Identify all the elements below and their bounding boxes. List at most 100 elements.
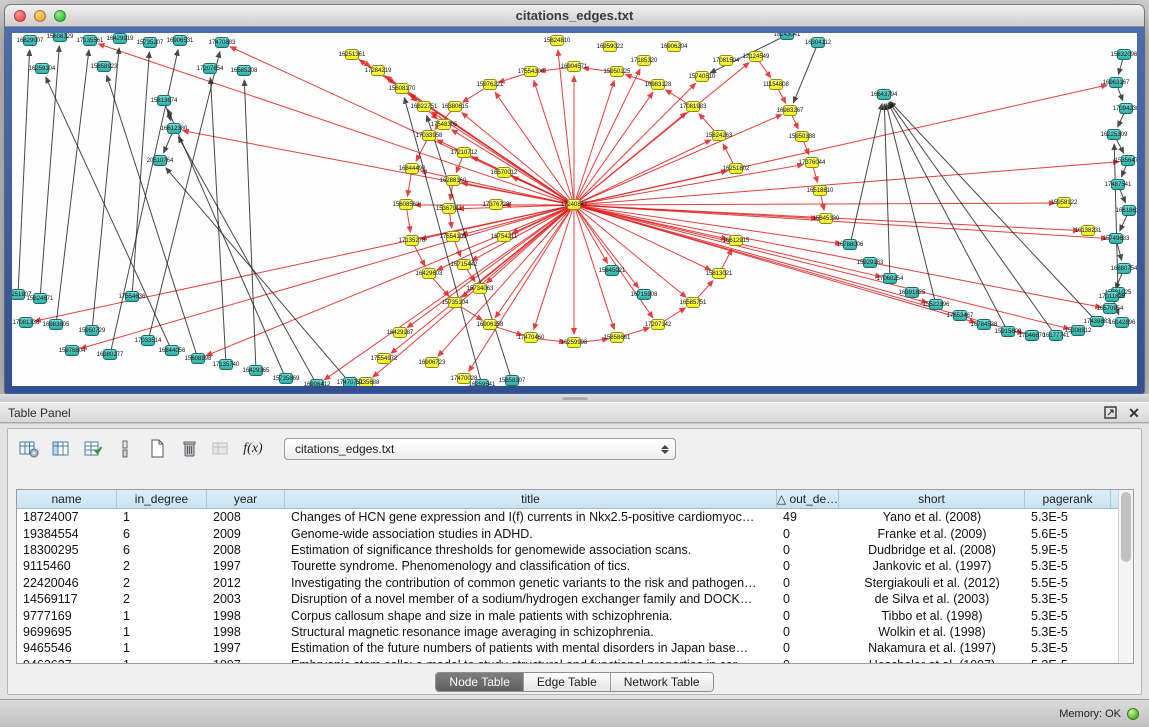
graph-edge[interactable] xyxy=(92,48,119,331)
graph-edge[interactable] xyxy=(574,81,614,205)
graph-node[interactable]: 16380277 xyxy=(103,349,117,360)
zoom-window-icon[interactable] xyxy=(54,10,66,22)
graph-node[interactable]: 16983128 xyxy=(651,79,665,90)
graph-node[interactable]: 17210712 xyxy=(457,147,471,158)
graph-node[interactable]: 16259104 xyxy=(35,63,49,74)
graph-node[interactable]: 16959022 xyxy=(603,41,617,52)
graph-node[interactable]: 17284219 xyxy=(371,65,385,76)
graph-node[interactable]: 16251802 xyxy=(729,163,743,174)
graph-node[interactable]: 17548305 xyxy=(437,119,451,130)
graph-node[interactable]: 17135278 xyxy=(405,235,419,246)
graph-node[interactable]: 15824810 xyxy=(550,35,564,46)
graph-node[interactable]: 15608170 xyxy=(395,83,409,94)
graph-node[interactable]: 16788006 xyxy=(843,239,857,250)
graph-node[interactable]: 17207142 xyxy=(651,319,665,330)
graph-node[interactable]: 15824263 xyxy=(712,130,726,141)
graph-node[interactable]: 15950388 xyxy=(795,131,809,142)
graph-node[interactable]: 16570012 xyxy=(497,167,511,178)
function-builder-icon[interactable]: f(x) xyxy=(240,437,266,461)
graph-node[interactable]: 15813021 xyxy=(712,268,726,279)
graph-edge[interactable] xyxy=(574,162,1119,205)
graph-node[interactable]: 17439883 xyxy=(1090,316,1104,327)
graph-node[interactable]: 16906531 xyxy=(173,35,187,46)
graph-edge[interactable] xyxy=(793,43,818,103)
graph-node[interactable]: 16585208 xyxy=(237,65,251,76)
graph-node[interactable]: 15813674 xyxy=(157,95,171,106)
graph-node[interactable]: 17081983 xyxy=(686,101,700,112)
table-row[interactable]: 969969511998Structural magnetic resonanc… xyxy=(17,624,1133,640)
column-state-icon[interactable] xyxy=(112,437,138,461)
table-settings-icon[interactable] xyxy=(16,437,42,461)
graph-node[interactable]: 16380615 xyxy=(448,101,462,112)
graph-node[interactable]: 17554636 xyxy=(125,291,139,302)
graph-node[interactable]: 16715442 xyxy=(457,259,471,270)
graph-node[interactable]: 17081504 xyxy=(719,55,733,66)
graph-node[interactable]: 17046670 xyxy=(1025,330,1039,341)
delete-column-icon[interactable] xyxy=(176,437,202,461)
graph-node[interactable]: 16844056 xyxy=(165,345,179,356)
graph-node[interactable]: 17470751 xyxy=(343,377,357,386)
graph-node[interactable]: 16643794 xyxy=(877,89,891,100)
column-header[interactable]: name xyxy=(17,490,117,508)
graph-edge[interactable] xyxy=(132,52,149,297)
graph-node[interactable]: 15824671 xyxy=(33,293,47,304)
graph-edge[interactable] xyxy=(884,104,890,279)
graph-node[interactable]: 17207654 xyxy=(203,63,217,74)
graph-edge[interactable] xyxy=(574,69,640,205)
graph-node[interactable]: 15608329 xyxy=(53,33,67,42)
graph-node[interactable]: 17094238 xyxy=(1119,103,1133,114)
graph-node[interactable]: 15915609 xyxy=(1001,326,1015,337)
graph-node[interactable]: 17185320 xyxy=(637,55,651,66)
graph-node[interactable]: 17470460 xyxy=(524,332,538,343)
graph-node[interactable]: 16983805 xyxy=(49,319,63,330)
window-titlebar[interactable]: citations_edges.txt xyxy=(5,5,1144,27)
table-row[interactable]: 1938455462009Genome-wide association stu… xyxy=(17,525,1133,541)
graph-node[interactable]: 17653467 xyxy=(953,310,967,321)
graph-node[interactable]: 15858307 xyxy=(505,375,519,386)
graph-node[interactable]: 15950125 xyxy=(610,66,624,77)
network-table-select[interactable]: citations_edges.txt xyxy=(284,438,676,460)
graph-node[interactable]: 17135740 xyxy=(219,359,233,370)
graph-node[interactable]: 15367911 xyxy=(442,203,456,214)
graph-node[interactable]: 16304112 xyxy=(811,37,825,48)
graph-edge[interactable] xyxy=(574,203,1055,205)
graph-node[interactable]: 16225309 xyxy=(1107,129,1121,140)
graph-node[interactable]: 20510764 xyxy=(153,155,167,166)
graph-node[interactable]: 15608563 xyxy=(399,199,413,210)
graph-node[interactable]: 15749683 xyxy=(1109,233,1123,244)
graph-node[interactable]: 16906204 xyxy=(667,41,681,52)
new-column-icon[interactable] xyxy=(144,437,170,461)
graph-node[interactable]: 16177741 xyxy=(1049,330,1063,341)
graph-node[interactable]: 15608998 xyxy=(191,353,205,364)
graph-node[interactable]: 15845021 xyxy=(605,265,619,276)
graph-node[interactable]: 15735207 xyxy=(143,37,157,48)
graph-node[interactable]: 15976804 xyxy=(65,345,79,356)
scrollbar-thumb[interactable] xyxy=(1121,492,1131,562)
graph-node[interactable]: 17033514 xyxy=(141,335,155,346)
graph-node[interactable]: 16963167 xyxy=(1109,77,1123,88)
select-rows-icon[interactable] xyxy=(80,437,106,461)
graph-node[interactable]: 17033958 xyxy=(422,130,436,141)
graph-node[interactable]: 15735104 xyxy=(448,297,462,308)
graph-edge[interactable] xyxy=(40,46,59,299)
graph-edge[interactable] xyxy=(462,113,574,205)
graph-node[interactable]: 16429603 xyxy=(422,268,436,279)
table-row[interactable]: 1830029562008Estimation of significance … xyxy=(17,542,1133,558)
graph-node[interactable]: 15734063 xyxy=(473,283,487,294)
graph-edge[interactable] xyxy=(56,50,89,325)
table-header-row[interactable]: namein_degreeyeartitle△ out_de…shortpage… xyxy=(17,490,1133,509)
graph-node[interactable]: 17060254 xyxy=(883,273,897,284)
table-row[interactable]: 911546021997Tourette syndrome. Phenomeno… xyxy=(17,558,1133,574)
graph-node[interactable]: 17240847 xyxy=(567,199,581,210)
table-row[interactable]: 977716911998Corpus callosum shape and si… xyxy=(17,607,1133,623)
graph-node[interactable]: 15929183 xyxy=(863,257,877,268)
network-canvas[interactable]: 17240847 16251802 15824263 17081983 16983128… xyxy=(12,33,1137,386)
tab-edge-table[interactable]: Edge Table xyxy=(524,673,611,691)
graph-edge[interactable] xyxy=(495,205,574,318)
graph-node[interactable]: 16429919 xyxy=(113,33,127,44)
tab-network-table[interactable]: Network Table xyxy=(611,673,713,691)
graph-node[interactable]: 16906723 xyxy=(425,357,439,368)
graph-node[interactable]: 15522396 xyxy=(929,299,943,310)
minimize-window-icon[interactable] xyxy=(34,10,46,22)
graph-node[interactable]: 16715908 xyxy=(637,289,651,300)
